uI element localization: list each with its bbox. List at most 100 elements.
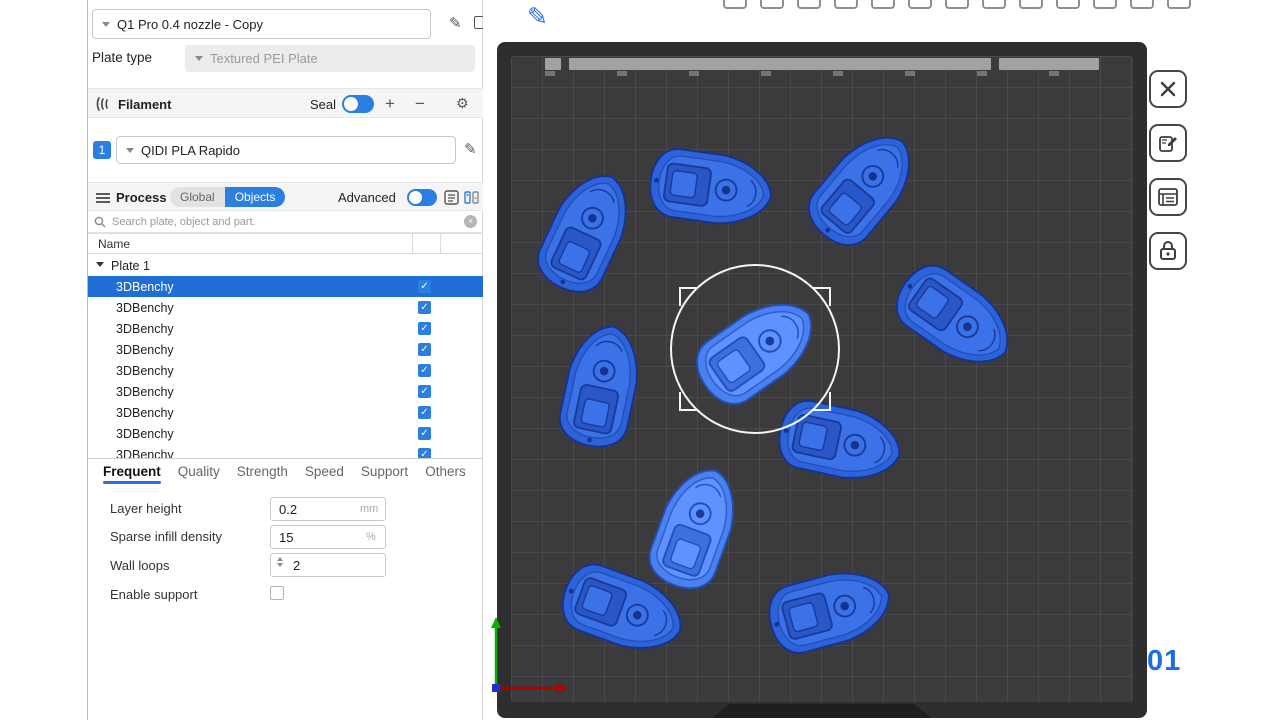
object-name: 3DBenchy [116,406,174,420]
close-icon [1158,79,1178,99]
plate-type-label: Plate type [92,50,152,65]
wall-loops-stepper[interactable] [277,557,283,567]
lock-icon [1158,240,1178,262]
collapsed-left-panel [0,0,88,720]
tree-name-header: Name [88,233,483,254]
search-icon [94,216,106,228]
chevron-down-icon [195,56,203,61]
add-filament-button[interactable]: + [385,95,395,112]
edit-plate-pencil-icon[interactable]: ✎ [527,2,548,32]
tab-strength[interactable]: Strength [237,464,288,479]
tab-support[interactable]: Support [361,464,408,479]
toolbar-icon[interactable] [797,0,821,9]
visibility-checkbox[interactable]: ✓ [418,322,431,335]
object-name: 3DBenchy [116,385,174,399]
table-row[interactable]: 3DBenchy ✓ [88,423,483,444]
tab-others[interactable]: Others [425,464,466,479]
build-plate[interactable] [497,42,1147,718]
toolbar-icon[interactable] [908,0,932,9]
advanced-toggle[interactable] [407,189,437,206]
visibility-checkbox[interactable]: ✓ [418,280,431,293]
table-row[interactable]: 3DBenchy ✓ [88,360,483,381]
tab-quality[interactable]: Quality [178,464,220,479]
edit-preset-icon[interactable]: ✎ [449,16,462,31]
toolbar-icon[interactable] [760,0,784,9]
toolbar-icon[interactable] [1130,0,1154,9]
visibility-checkbox[interactable]: ✓ [418,364,431,377]
visibility-checkbox[interactable]: ✓ [418,385,431,398]
tree-plate-row[interactable]: Plate 1 [88,255,483,276]
compare-presets-icon[interactable] [464,190,480,205]
table-row[interactable]: 3DBenchy ✓ [88,444,483,458]
visibility-checkbox[interactable]: ✓ [418,301,431,314]
seal-toggle[interactable] [342,95,374,113]
preset-list-icon[interactable] [444,190,459,205]
plate-front-notch [712,704,932,718]
toggle-knob [409,191,422,204]
filament-preset-select[interactable]: QIDI PLA Rapido [116,136,456,164]
collapse-arrow-icon[interactable] [96,262,104,267]
toolbar-icon[interactable] [1019,0,1043,9]
viewport-3d[interactable]: ✎ [483,0,1280,720]
arrange-button[interactable] [1149,178,1187,216]
toggle-knob [344,97,358,111]
plate-type-select[interactable]: Textured PEI Plate [185,45,475,72]
layer-height-unit: mm [360,503,378,515]
printer-preset-value: Q1 Pro 0.4 nozzle - Copy [117,17,263,32]
object-name: 3DBenchy [116,364,174,378]
remove-filament-button[interactable]: − [415,95,425,112]
object-name: 3DBenchy [116,448,174,459]
tab-speed[interactable]: Speed [305,464,344,479]
scope-objects-button[interactable]: Objects [225,187,286,207]
stepper-down-icon[interactable] [277,563,283,567]
object-tree-list: 3DBenchy ✓ 3DBenchy ✓ 3DBenchy ✓ 3DBench… [88,276,483,458]
arrange-icon [1157,186,1179,208]
wall-loops-label: Wall loops [110,558,169,573]
visibility-checkbox[interactable]: ✓ [418,406,431,419]
wall-loops-input[interactable] [270,553,386,577]
top-toolbar-clipped [723,0,1191,9]
tree-column-divider [440,233,441,254]
layer-height-label: Layer height [110,501,182,516]
enable-support-checkbox[interactable] [270,586,284,600]
table-row[interactable]: 3DBenchy ✓ [88,318,483,339]
object-name: 3DBenchy [116,301,174,315]
side-panel: Q1 Pro 0.4 nozzle - Copy ✎ Plate type Te… [88,0,483,720]
plate-row-label: Plate 1 [111,259,150,273]
tab-frequent[interactable]: Frequent [103,464,161,479]
plate-tick-marks [545,71,1099,76]
table-row[interactable]: 3DBenchy ✓ [88,381,483,402]
toolbar-icon[interactable] [1093,0,1117,9]
clear-search-icon[interactable]: × [464,215,477,228]
stepper-up-icon[interactable] [277,557,283,561]
visibility-checkbox[interactable]: ✓ [418,343,431,356]
toolbar-icon[interactable] [945,0,969,9]
toolbar-icon[interactable] [871,0,895,9]
toolbar-icon[interactable] [834,0,858,9]
search-input[interactable] [112,216,458,228]
filament-section-header: Filament Seal + − ⚙ [88,88,483,118]
scope-global-button[interactable]: Global [170,187,225,207]
delete-all-button[interactable] [1149,70,1187,108]
toolbar-icon[interactable] [723,0,747,9]
app-window: Q1 Pro 0.4 nozzle - Copy ✎ Plate type Te… [0,0,1280,720]
process-scope-pill: Global Objects [170,187,285,207]
lock-plate-button[interactable] [1149,232,1187,270]
visibility-checkbox[interactable]: ✓ [418,448,431,458]
auto-orient-button[interactable] [1149,124,1187,162]
printer-preset-select[interactable]: Q1 Pro 0.4 nozzle - Copy [92,9,431,39]
filament-settings-gear-icon[interactable]: ⚙ [456,96,469,110]
table-row[interactable]: 3DBenchy ✓ [88,402,483,423]
table-row[interactable]: 3DBenchy ✓ [88,339,483,360]
toolbar-icon[interactable] [1056,0,1080,9]
toolbar-icon[interactable] [1167,0,1191,9]
edit-filament-icon[interactable]: ✎ [464,142,477,157]
table-row[interactable]: 3DBenchy ✓ [88,276,483,297]
plate-clip-strip [545,58,1099,70]
object-name: 3DBenchy [116,322,174,336]
table-row[interactable]: 3DBenchy ✓ [88,297,483,318]
filament-spool-icon [96,96,113,112]
toolbar-icon[interactable] [982,0,1006,9]
visibility-checkbox[interactable]: ✓ [418,427,431,440]
settings-tabs: Frequent Quality Strength Speed Support … [88,458,483,484]
